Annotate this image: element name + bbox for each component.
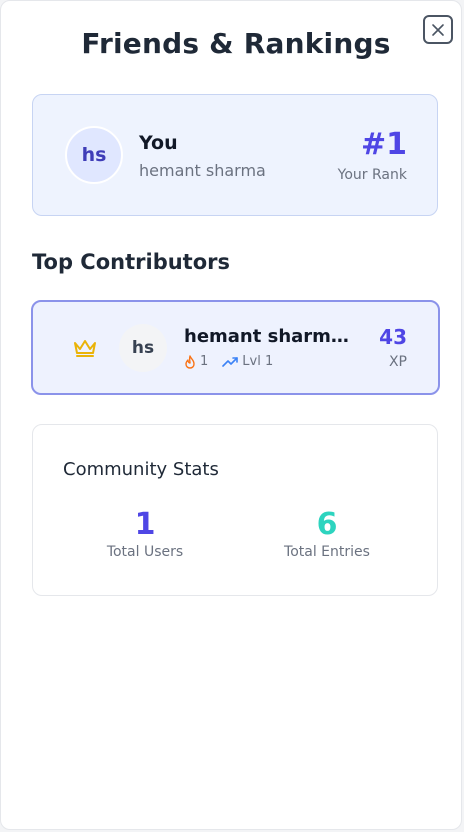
contributor-meta: 1 Lvl 1 xyxy=(184,354,287,369)
contributor-row[interactable]: hs hemant sharma... 1 Lvl 1 43 XP xyxy=(31,300,440,395)
stat-value: 6 xyxy=(316,507,338,542)
stat-total-users: 1 Total Users xyxy=(65,507,225,560)
avatar: hs xyxy=(65,126,123,184)
stat-label: Total Entries xyxy=(284,544,370,560)
crown-icon xyxy=(74,340,96,357)
trending-up-icon xyxy=(222,356,239,367)
stat-value: 1 xyxy=(134,507,156,542)
stat-total-entries: 6 Total Entries xyxy=(247,507,407,560)
rankings-panel: Friends & Rankings hs You hemant sharma … xyxy=(0,0,462,830)
streak-count: 1 xyxy=(200,354,209,369)
streak-chip: 1 xyxy=(184,354,208,369)
xp-label: XP xyxy=(388,354,407,370)
level-chip: Lvl 1 xyxy=(222,354,273,369)
section-title-top-contributors: Top Contributors xyxy=(32,250,230,274)
your-rank-card: hs You hemant sharma #1 Your Rank xyxy=(32,94,438,216)
user-name: hemant sharma xyxy=(139,161,266,180)
xp-value: 43 xyxy=(379,325,407,349)
contributor-name: hemant sharma... xyxy=(184,326,354,347)
rank-label: Your Rank xyxy=(337,167,407,183)
level-value: Lvl 1 xyxy=(242,354,274,369)
stats-title: Community Stats xyxy=(63,459,219,480)
avatar: hs xyxy=(119,324,167,372)
page-title: Friends & Rankings xyxy=(81,27,391,60)
stat-label: Total Users xyxy=(106,544,184,560)
rank-value: #1 xyxy=(360,127,407,162)
you-label: You xyxy=(139,132,178,154)
community-stats-card: Community Stats 1 Total Users 6 Total En… xyxy=(32,424,438,596)
flame-icon xyxy=(185,354,195,369)
